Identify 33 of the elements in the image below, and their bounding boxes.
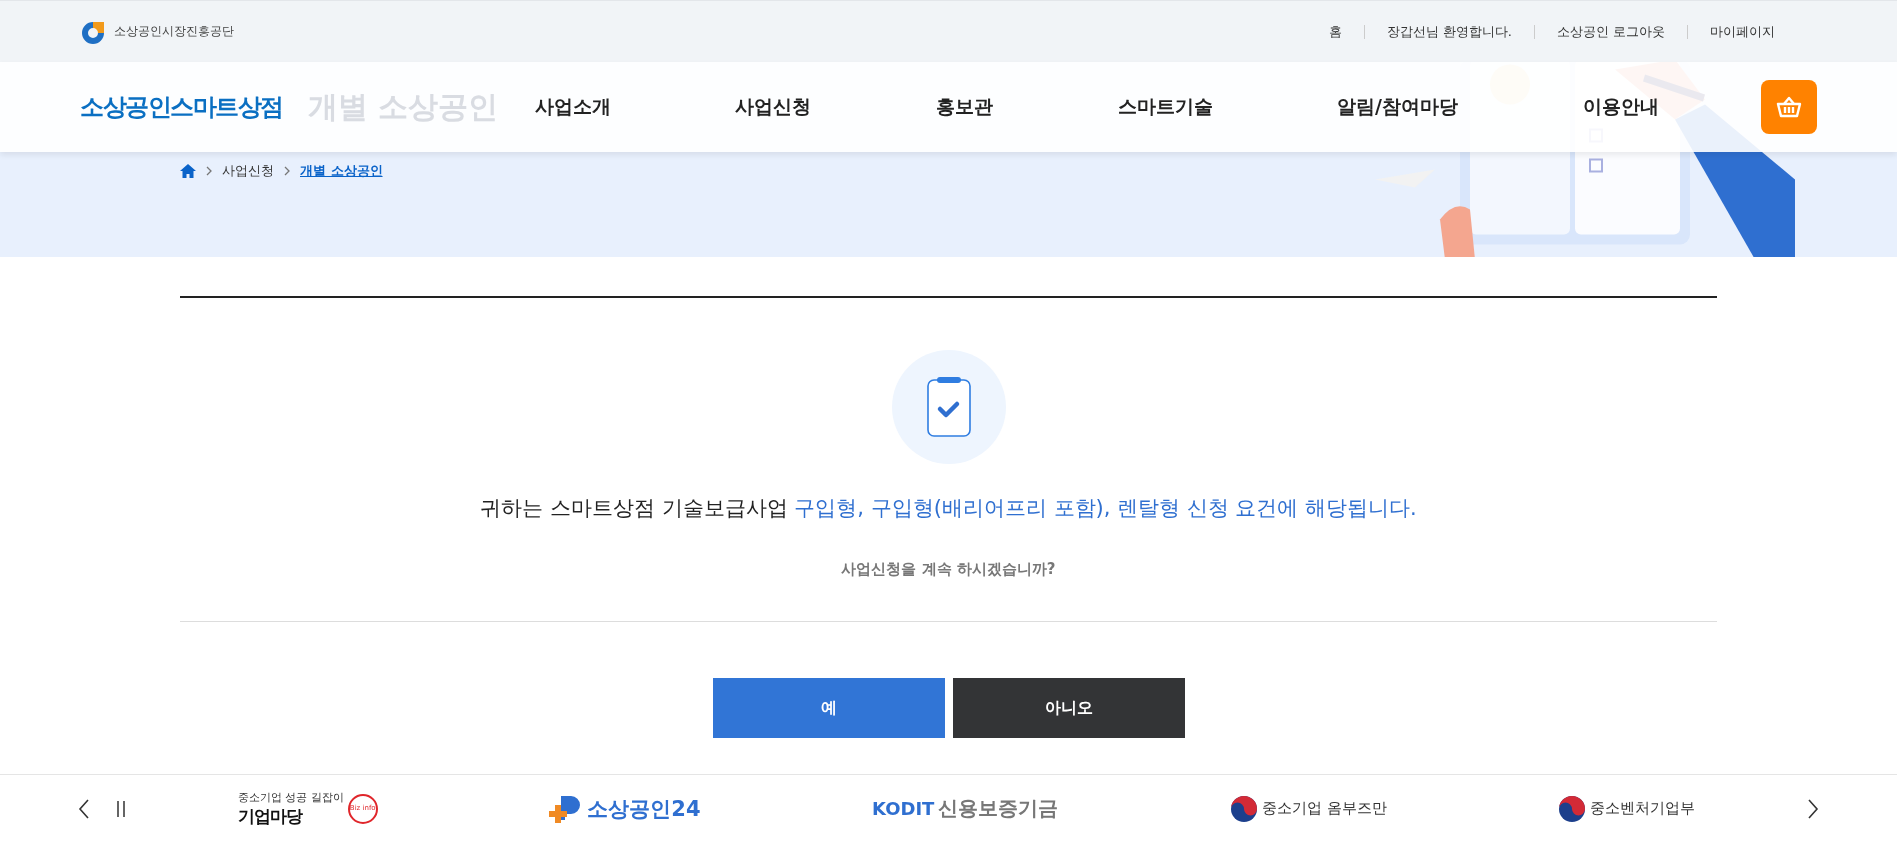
nav-menu-item[interactable]: 사업신청 bbox=[735, 94, 812, 120]
partner-logo-text[interactable]: 중소벤처기업부 bbox=[1590, 799, 1696, 818]
breadcrumb-link[interactable]: 사업신청 bbox=[222, 162, 274, 180]
breadcrumb-link[interactable]: 개별 소상공인 bbox=[300, 162, 383, 180]
top-link[interactable]: 마이페이지 bbox=[1710, 22, 1775, 41]
continue-question: 사업신청을 계속 하시겠습니까? bbox=[841, 560, 1056, 579]
site-brand[interactable]: 소상공인스마트상점 bbox=[80, 91, 283, 123]
nav-menu-item[interactable]: 홍보관 bbox=[935, 94, 993, 120]
top-link[interactable]: 장갑선님 환영합니다. bbox=[1386, 22, 1512, 41]
no-button[interactable]: 아니오 bbox=[952, 678, 1185, 738]
pause-icon[interactable] bbox=[116, 800, 126, 817]
eligibility-message: 귀하는 스마트상점 기술보급사업 구입형, 구입형(배리어프리 포함), 렌탈형 신청 요건에 해당됩니다. bbox=[480, 495, 1417, 522]
nav-menu-item[interactable]: 알림/참여마당 bbox=[1337, 94, 1459, 120]
top-link[interactable]: 홈 bbox=[1328, 22, 1342, 41]
chevron-icon bbox=[206, 166, 212, 176]
nav-menu-item[interactable]: 이용안내 bbox=[1582, 94, 1659, 120]
taegeuk-emblem-icon bbox=[1558, 794, 1587, 823]
home-icon[interactable] bbox=[180, 164, 196, 178]
yes-button[interactable]: 예 bbox=[712, 678, 945, 738]
basket-icon bbox=[1776, 95, 1802, 119]
partner-logo-text[interactable]: 신용보증기금 bbox=[938, 795, 1059, 822]
partner-logo-text[interactable]: 중소기업 옴부즈만 bbox=[1261, 799, 1387, 818]
top-link[interactable]: 소상공인 로그아웃 bbox=[1556, 22, 1665, 41]
taegeuk-emblem-icon bbox=[1229, 794, 1258, 823]
logo-tagline: 중소기업 성공 길잡이 bbox=[237, 789, 344, 805]
agency-name: 소상공인시장진흥공단 bbox=[114, 23, 234, 40]
partner-logo-text[interactable]: 기업마당 bbox=[237, 804, 344, 828]
partner-logo-text[interactable]: 소상공인24 bbox=[587, 794, 701, 823]
agency-logo-icon bbox=[80, 19, 106, 44]
nav-menu-item[interactable]: 스마트기술 bbox=[1117, 94, 1213, 120]
chevron-icon bbox=[284, 166, 290, 176]
logo-mark: KODIT bbox=[872, 798, 935, 819]
nav-menu-item[interactable]: 사업소개 bbox=[534, 94, 611, 120]
